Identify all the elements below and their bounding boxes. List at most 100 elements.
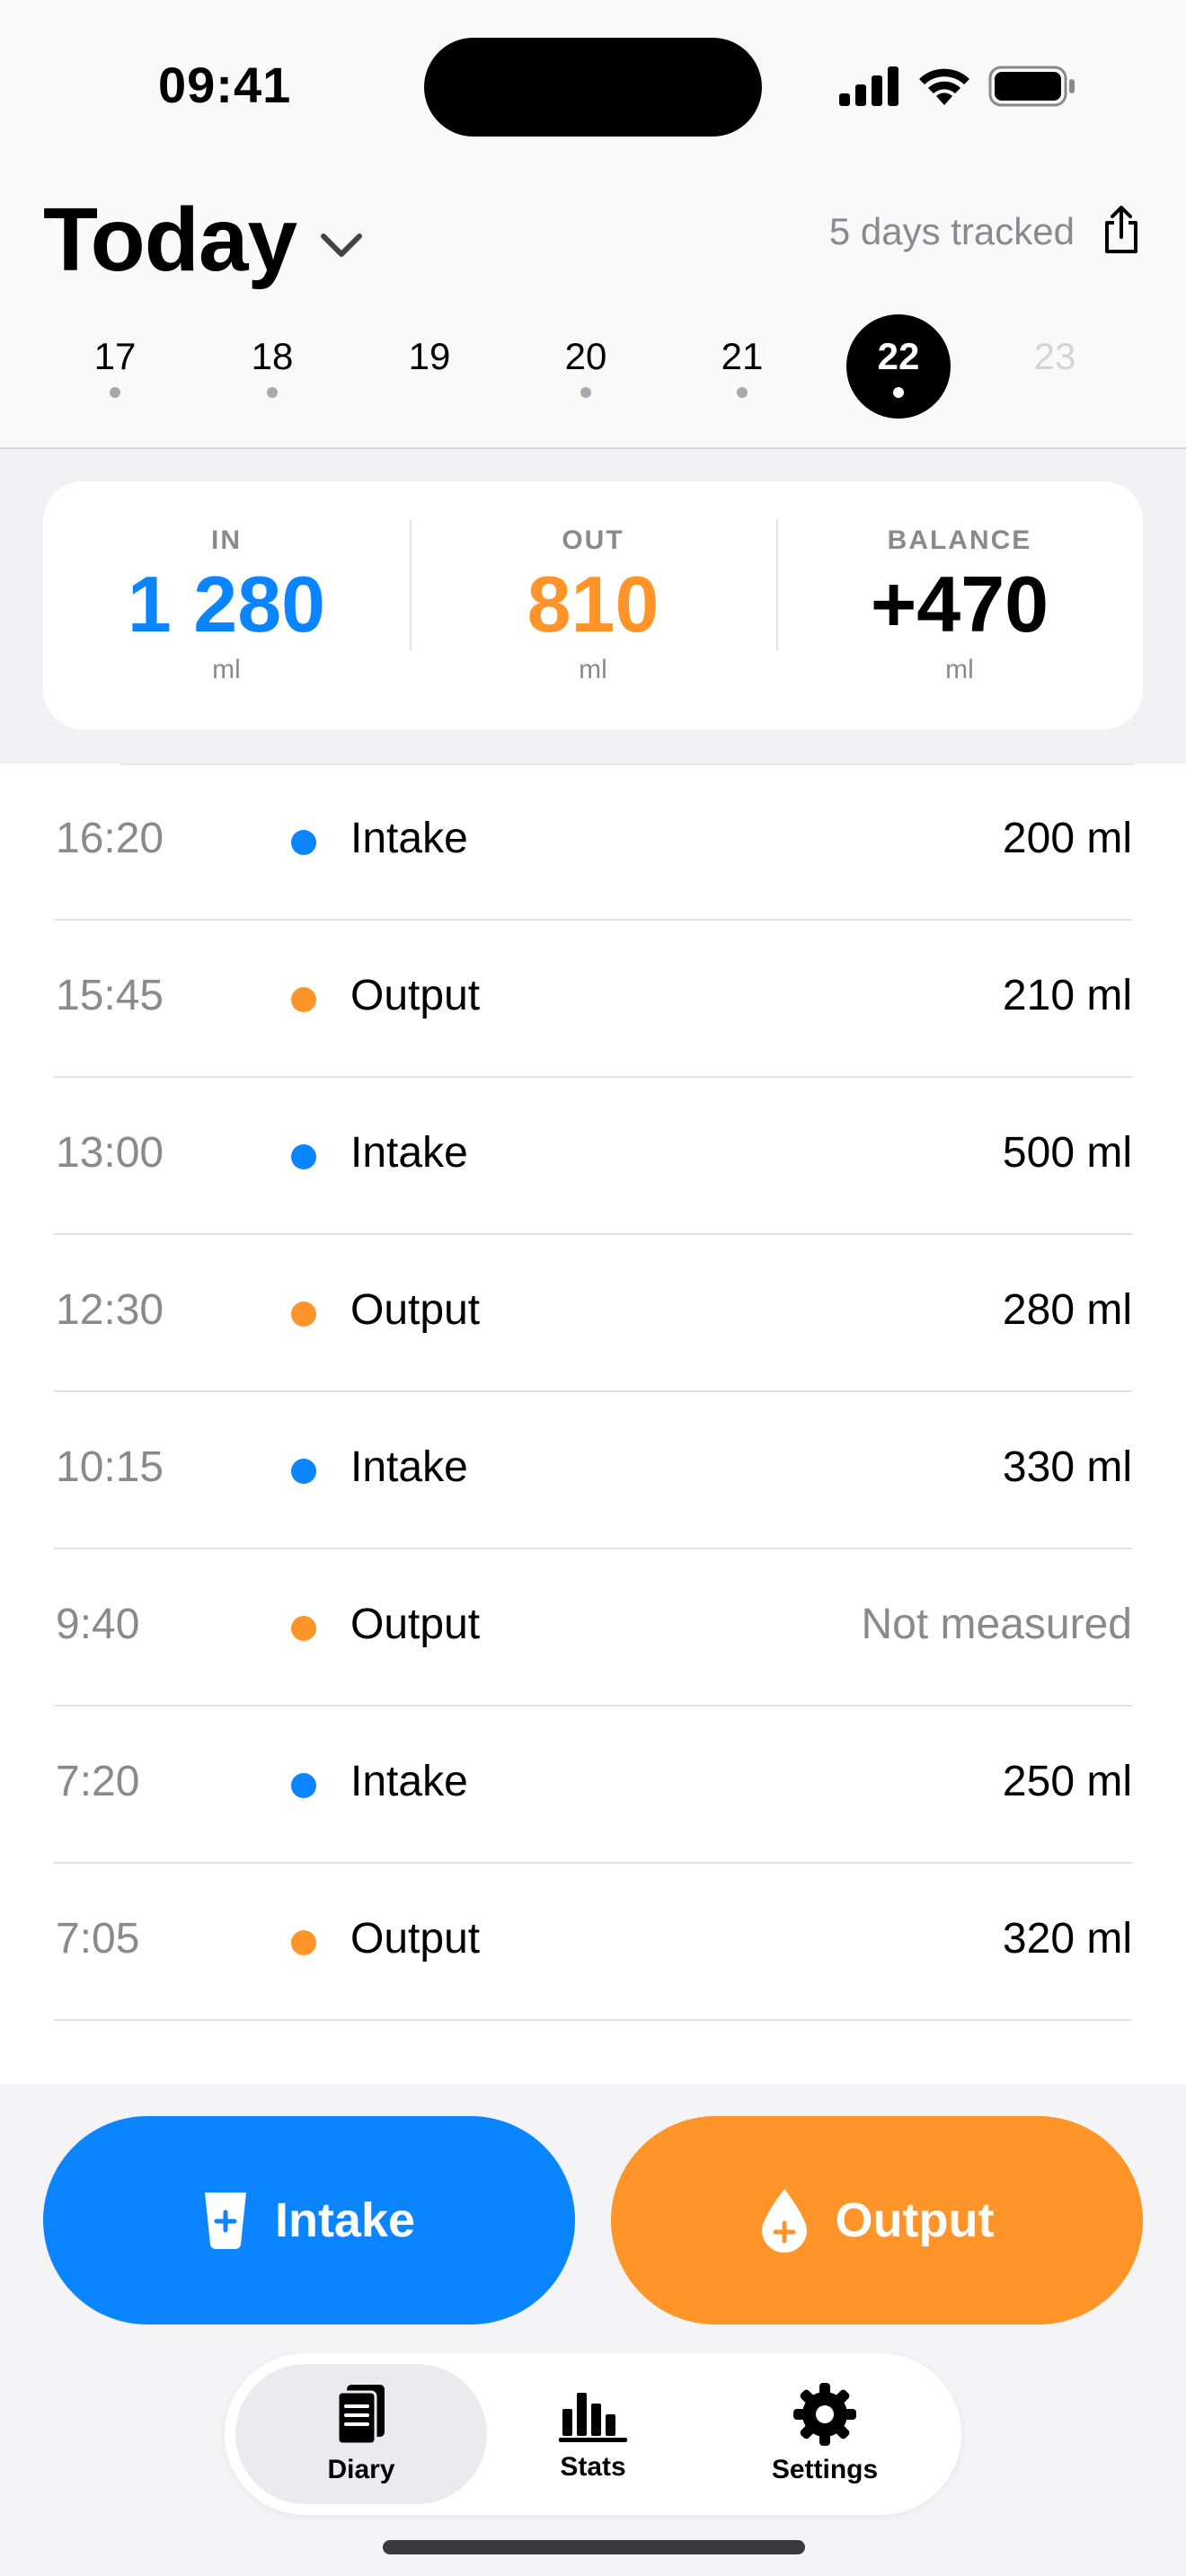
entry-time: 10:15 — [56, 1443, 164, 1491]
entry-type: Output — [350, 1286, 481, 1334]
share-icon[interactable] — [1102, 205, 1141, 255]
list-item[interactable]: 10:15 Intake 330 ml — [54, 1392, 1132, 1549]
day-21[interactable]: 21 — [690, 314, 794, 419]
summary-balance-label: BALANCE — [887, 525, 1032, 555]
entry-amount: 250 ml — [1002, 1758, 1132, 1805]
tab-diary-label: Diary — [327, 2455, 395, 2484]
output-dot-icon — [291, 987, 316, 1012]
list-item[interactable]: 7:20 Intake 250 ml — [54, 1707, 1132, 1864]
tab-stats-label: Stats — [560, 2452, 626, 2482]
day-number: 17 — [93, 335, 137, 377]
output-dot-icon — [291, 1930, 316, 1955]
day-17[interactable]: 17 — [63, 314, 167, 419]
header: Today 5 days tracked 17 18 19 20 21 22 2… — [0, 171, 1186, 449]
day-number: 22 — [877, 335, 920, 377]
list-item[interactable]: 9:40 Output Not measured — [54, 1549, 1132, 1707]
summary-out-unit: ml — [579, 655, 607, 685]
tab-diary[interactable]: Diary — [235, 2364, 487, 2504]
gear-icon — [793, 2383, 856, 2446]
day-selector: 17 18 19 20 21 22 23 — [43, 314, 1146, 422]
output-dot-icon — [291, 1616, 316, 1641]
wifi-icon — [919, 68, 969, 105]
entry-list: 16:20 Intake 200 ml 15:45 Output 210 ml … — [0, 763, 1186, 2084]
day-22-selected[interactable]: 22 — [846, 314, 951, 419]
cellular-signal-icon — [839, 66, 898, 106]
day-23[interactable]: 23 — [1003, 314, 1107, 419]
intake-dot-icon — [291, 1773, 316, 1798]
summary-balance-unit: ml — [945, 655, 974, 685]
summary-out: OUT 810 ml — [410, 481, 776, 729]
entry-time: 13:00 — [56, 1129, 164, 1177]
status-time: 09:41 — [158, 57, 292, 113]
add-output-label: Output — [835, 2193, 995, 2247]
status-icons — [839, 63, 1076, 110]
entry-dot — [893, 387, 904, 398]
entry-amount: 200 ml — [1002, 815, 1132, 862]
day-number: 19 — [408, 335, 451, 377]
summary-in-value: 1 280 — [127, 559, 326, 648]
list-item[interactable]: 15:45 Output 210 ml — [54, 921, 1132, 1078]
date-title-button[interactable]: Today — [43, 189, 363, 292]
battery-icon — [988, 66, 1075, 107]
home-indicator — [383, 2540, 805, 2554]
entry-dot — [737, 387, 748, 398]
add-intake-label: Intake — [274, 2193, 416, 2247]
list-item[interactable]: 7:05 Output 320 ml — [54, 1864, 1132, 2021]
add-output-button[interactable]: Output — [611, 2116, 1143, 2325]
entry-amount: 320 ml — [1002, 1915, 1132, 1963]
intake-dot-icon — [291, 830, 316, 855]
bottom-panel: Intake Output Diary Stats Settings — [0, 2084, 1186, 2576]
entry-type: Intake — [350, 1443, 468, 1491]
entry-amount: Not measured — [861, 1601, 1132, 1648]
entry-amount: 280 ml — [1002, 1286, 1132, 1334]
dynamic-island — [424, 38, 762, 137]
entry-type: Output — [350, 1915, 481, 1963]
day-number: 23 — [1033, 335, 1076, 377]
entry-type: Intake — [350, 815, 468, 862]
entry-dot — [110, 387, 120, 398]
list-item[interactable]: 12:30 Output 280 ml — [54, 1235, 1132, 1392]
entry-amount: 330 ml — [1002, 1443, 1132, 1491]
entry-amount: 500 ml — [1002, 1129, 1132, 1177]
summary-card: IN 1 280 ml OUT 810 ml BALANCE +470 ml — [43, 481, 1143, 729]
row-divider — [54, 2019, 1132, 2021]
summary-out-label: OUT — [562, 525, 624, 555]
entry-time: 12:30 — [56, 1286, 164, 1334]
list-item[interactable]: 16:20 Intake 200 ml — [54, 763, 1132, 921]
drop-plus-icon — [761, 2189, 807, 2253]
output-dot-icon — [291, 1301, 316, 1327]
entry-time: 7:20 — [56, 1758, 140, 1805]
entry-time: 16:20 — [56, 815, 164, 862]
entry-time: 15:45 — [56, 972, 164, 1019]
page-title: Today — [43, 190, 297, 290]
cup-plus-icon — [204, 2192, 246, 2250]
day-number: 21 — [721, 335, 764, 377]
summary-balance: BALANCE +470 ml — [776, 481, 1143, 729]
tab-settings[interactable]: Settings — [699, 2364, 951, 2504]
entry-dot — [267, 387, 278, 398]
intake-dot-icon — [291, 1459, 316, 1484]
day-19[interactable]: 19 — [377, 314, 482, 419]
entry-type: Intake — [350, 1758, 468, 1805]
day-number: 18 — [251, 335, 294, 377]
day-number: 20 — [564, 335, 607, 377]
entry-type: Intake — [350, 1129, 468, 1177]
day-18[interactable]: 18 — [220, 314, 324, 419]
tab-bar: Diary Stats Settings — [225, 2353, 961, 2515]
chevron-down-icon — [321, 233, 363, 257]
day-20[interactable]: 20 — [534, 314, 638, 419]
summary-in: IN 1 280 ml — [43, 481, 410, 729]
entry-type: Output — [350, 1601, 481, 1648]
entry-amount: 210 ml — [1002, 972, 1132, 1019]
days-tracked-label: 5 days tracked — [828, 210, 1075, 252]
status-bar: 09:41 — [0, 0, 1186, 171]
list-item[interactable]: 13:00 Intake 500 ml — [54, 1078, 1132, 1235]
bar-chart-icon — [559, 2393, 627, 2442]
tab-stats[interactable]: Stats — [467, 2364, 719, 2504]
intake-dot-icon — [291, 1144, 316, 1169]
add-intake-button[interactable]: Intake — [43, 2116, 575, 2325]
diary-icon — [336, 2385, 385, 2446]
entry-time: 7:05 — [56, 1915, 140, 1963]
summary-out-value: 810 — [527, 559, 659, 648]
entry-dot — [580, 387, 591, 398]
